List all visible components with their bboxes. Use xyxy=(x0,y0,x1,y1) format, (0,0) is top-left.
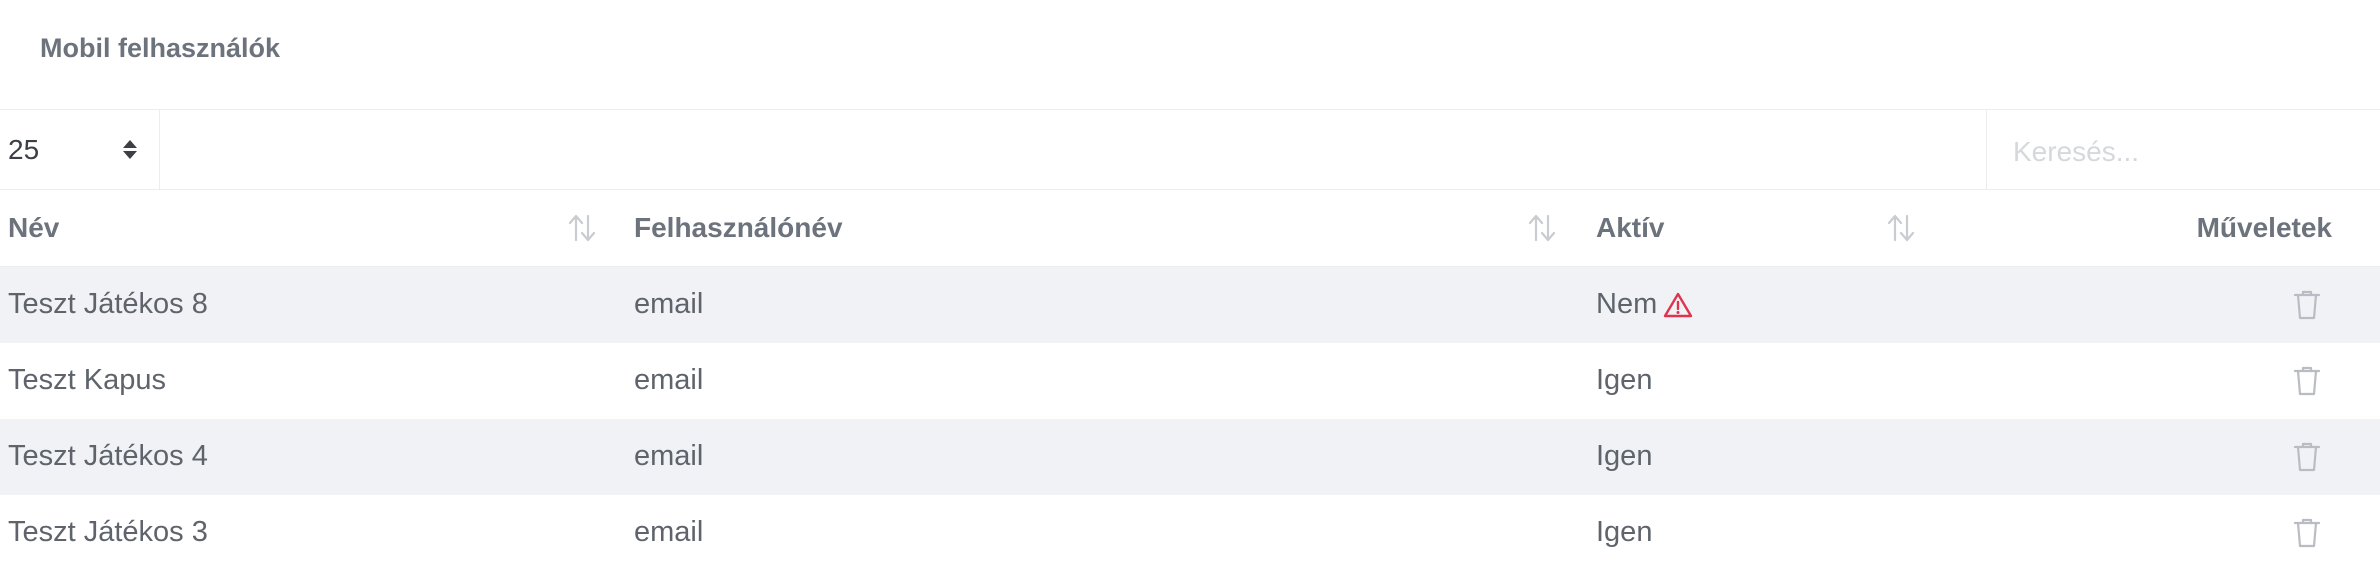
delete-button[interactable] xyxy=(2290,516,2324,550)
trash-icon xyxy=(2293,290,2321,320)
active-status: Nem xyxy=(1596,288,1658,321)
cell-username: email xyxy=(634,288,704,321)
trash-icon xyxy=(2293,442,2321,471)
cell-active: Igen xyxy=(1588,495,1950,564)
cell-name: Teszt Kapus xyxy=(8,364,166,396)
cell-active: Nem xyxy=(1588,267,1950,343)
page-length-value: 25 xyxy=(8,133,40,165)
cell-username: email xyxy=(634,516,704,548)
cell-actions xyxy=(1950,419,2380,495)
column-header-actions: Műveletek xyxy=(1950,190,2380,267)
active-status: Igen xyxy=(1596,364,1653,396)
table-header-row: Név Felhasználónév Aktív Műveletek xyxy=(0,190,2380,267)
column-header-label: Név xyxy=(8,212,60,243)
warning-icon xyxy=(1664,292,1693,317)
column-header-label: Műveletek xyxy=(2196,212,2332,243)
search-input[interactable] xyxy=(2011,106,2380,193)
delete-button[interactable] xyxy=(2290,288,2324,322)
page-title: Mobil felhasználók xyxy=(40,33,281,63)
cell-username: email xyxy=(634,364,704,396)
column-header-active[interactable]: Aktív xyxy=(1588,190,1950,267)
delete-button[interactable] xyxy=(2290,440,2324,474)
users-table: Név Felhasználónév Aktív Műveletek Teszt… xyxy=(0,190,2380,564)
column-header-label: Aktív xyxy=(1596,212,1665,243)
sort-icon xyxy=(1528,214,1556,242)
cell-actions xyxy=(1950,495,2380,564)
table-row: Teszt Játékos 8 email Nem xyxy=(0,266,2380,343)
cell-username: email xyxy=(634,440,704,472)
search-box xyxy=(1986,106,2380,193)
trash-icon xyxy=(2293,518,2321,547)
column-header-name[interactable]: Név xyxy=(0,190,626,267)
table-row: Teszt Játékos 3 email Igen xyxy=(0,494,2380,564)
sort-icon xyxy=(1887,214,1915,242)
cell-name: Teszt Játékos 4 xyxy=(8,440,208,472)
card-header: Mobil felhasználók xyxy=(0,0,2380,110)
table-toolbar: 25 xyxy=(0,106,2380,193)
active-status: Igen xyxy=(1596,440,1653,472)
trash-icon xyxy=(2293,366,2321,395)
delete-button[interactable] xyxy=(2290,364,2324,398)
table-row: Teszt Kapus email Igen xyxy=(0,342,2380,419)
cell-actions xyxy=(1950,267,2380,343)
page-length-select[interactable]: 25 xyxy=(0,110,160,189)
table-row: Teszt Játékos 4 email Igen xyxy=(0,418,2380,495)
cell-name: Teszt Játékos 3 xyxy=(8,516,208,548)
column-header-username[interactable]: Felhasználónév xyxy=(626,190,1588,267)
select-arrows-icon xyxy=(123,140,137,159)
cell-active: Igen xyxy=(1588,419,1950,495)
column-header-label: Felhasználónév xyxy=(634,212,843,243)
cell-active: Igen xyxy=(1588,343,1950,419)
sort-icon xyxy=(568,214,596,242)
cell-actions xyxy=(1950,343,2380,419)
active-status: Igen xyxy=(1596,516,1653,548)
cell-name: Teszt Játékos 8 xyxy=(8,288,208,321)
mobile-users-page: Mobil felhasználók 25 Név xyxy=(0,0,2380,564)
